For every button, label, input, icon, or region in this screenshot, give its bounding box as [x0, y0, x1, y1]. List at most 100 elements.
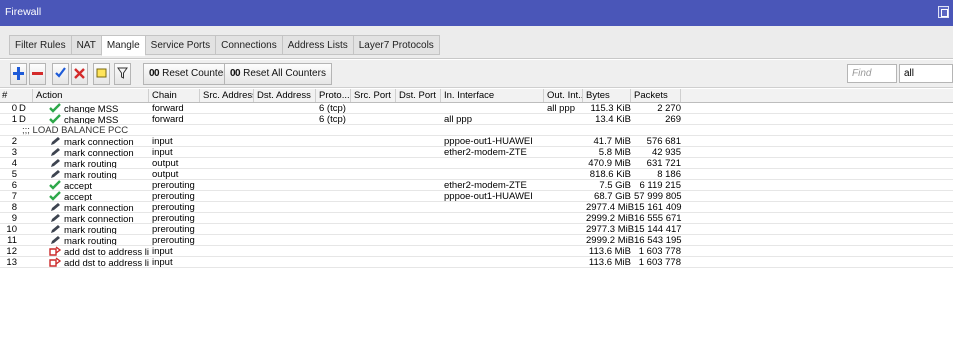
filter-button[interactable]: [114, 63, 131, 85]
table-row[interactable]: 0 Dchange MSS forward 6 (tcp) all ppp 115.3 K…: [0, 103, 953, 114]
column-header-dst[interactable]: Dst. Address: [254, 89, 316, 102]
cell-action: accept: [33, 180, 149, 190]
tab-nat[interactable]: NAT: [70, 35, 101, 55]
column-header-num[interactable]: #: [0, 89, 33, 102]
cell-dport: [396, 257, 441, 267]
rule-number-cell: 6: [0, 180, 33, 190]
cell-out: [544, 180, 583, 190]
column-header-bytes[interactable]: Bytes: [583, 89, 631, 102]
tab-address-lists[interactable]: Address Lists: [281, 35, 353, 55]
cell-sport: [351, 191, 396, 201]
column-header-action[interactable]: Action: [33, 89, 149, 102]
cell-sport: [351, 246, 396, 256]
cell-packets: 269: [665, 114, 681, 124]
cell-dst: [254, 213, 316, 223]
table-row[interactable]: 5 mark routing output 818.6 KiB 8 186: [0, 169, 953, 180]
rule-number: 11: [7, 235, 17, 245]
reset-counters-label: Reset Counters: [162, 68, 232, 79]
table-row[interactable]: 13 add dst to address list input 113.6 MiB 1…: [0, 257, 953, 268]
action-label: accept: [64, 192, 92, 201]
plus-icon: [13, 67, 24, 80]
column-header-chain[interactable]: Chain: [149, 89, 200, 102]
cell-bytes: 2999.2 MiB: [586, 213, 635, 223]
comment-button[interactable]: [93, 63, 110, 85]
reset-all-counters-button[interactable]: 00 Reset All Counters: [224, 63, 332, 85]
table-row[interactable]: 11 mark routing prerouting 2999.2 MiB 16 543…: [0, 235, 953, 246]
table-row[interactable]: 6 accept prerouting ether2-modem-ZTE 7.5 GiB…: [0, 180, 953, 191]
rule-number: 10: [6, 224, 17, 234]
table-row[interactable]: 7 accept prerouting pppoe-out1-HUAWEI 68.7 G…: [0, 191, 953, 202]
tab-connections[interactable]: Connections: [215, 35, 282, 55]
rule-number-cell: 3: [0, 147, 33, 157]
cell-in: pppoe-out1-HUAWEI: [444, 191, 533, 201]
cell-sport: [351, 235, 396, 245]
table-row[interactable]: 1 Dchange MSS forward 6 (tcp) all ppp 13.4 Ki…: [0, 114, 953, 125]
cell-chain: prerouting: [152, 191, 195, 201]
column-header-packets[interactable]: Packets: [631, 89, 681, 102]
tab-mangle[interactable]: Mangle: [100, 35, 145, 56]
cell-chain: input: [152, 147, 173, 157]
cell-out: [544, 213, 583, 223]
tab-filter-rules[interactable]: Filter Rules: [9, 35, 71, 55]
action-label: add dst to address list: [64, 247, 149, 256]
cell-in: [441, 213, 544, 223]
enable-button[interactable]: [52, 63, 69, 85]
column-header-out[interactable]: Out. Int...: [544, 89, 583, 102]
column-header-in[interactable]: In. Interface: [441, 89, 544, 102]
cell-packets: 1 603 778: [638, 246, 681, 256]
table-row[interactable]: 4 mark routing output 470.9 MiB 631 721: [0, 158, 953, 169]
cell-out: [544, 224, 583, 234]
rule-number: 1: [11, 114, 17, 124]
column-header-sport[interactable]: Src. Port: [351, 89, 396, 102]
cell-src: [200, 191, 254, 201]
reset-all-counters-label: Reset All Counters: [243, 68, 326, 79]
cell-action: mark connection: [33, 147, 149, 157]
cell-dport: [396, 180, 441, 190]
cell-sport: [351, 147, 396, 157]
rule-number: 8: [11, 202, 17, 212]
rule-number: 0: [11, 103, 17, 113]
tab-service-ports[interactable]: Service Ports: [144, 35, 216, 55]
comment-row[interactable]: ;;; LOAD BALANCE PCC: [0, 125, 953, 136]
cell-packets: 6 119 215: [639, 180, 681, 190]
table-row[interactable]: 10 mark routing prerouting 2977.3 MiB 15 144…: [0, 224, 953, 235]
table-row[interactable]: 12 add dst to address list input 113.6 MiB 1…: [0, 246, 953, 257]
cell-in: [441, 169, 544, 179]
table-row[interactable]: 9 mark connection prerouting 2999.2 MiB 16 5…: [0, 213, 953, 224]
disable-button[interactable]: [71, 63, 88, 85]
restore-window-icon[interactable]: [938, 6, 949, 18]
cell-src: [200, 180, 254, 190]
table-row[interactable]: 8 mark connection prerouting 2977.4 MiB 15 1…: [0, 202, 953, 213]
tab-layer7-protocols[interactable]: Layer7 Protocols: [352, 35, 440, 55]
cell-dst: [254, 169, 316, 179]
column-header-pad[interactable]: [681, 89, 953, 102]
filter-select[interactable]: all: [899, 64, 953, 83]
tabstrip: Filter Rules NAT Mangle Service Ports Connec…: [9, 35, 440, 56]
cell-src: [200, 246, 254, 256]
cell-out: [544, 202, 583, 212]
cell-in: [441, 235, 544, 245]
column-header-proto[interactable]: Proto...: [316, 89, 351, 102]
table-row[interactable]: 3 mark connection input ether2-modem-ZTE 5.8…: [0, 147, 953, 158]
cell-sport: [351, 103, 396, 113]
cell-packets: 42 935: [651, 147, 681, 157]
cell-proto: [316, 147, 351, 157]
rule-number-cell: 2: [0, 136, 33, 146]
cell-proto: [316, 224, 351, 234]
find-input[interactable]: Find: [847, 64, 897, 83]
x-icon: [74, 68, 85, 79]
add-button[interactable]: [10, 63, 27, 85]
cell-action: mark routing: [33, 224, 149, 234]
accept-checkmark-icon: [49, 180, 61, 190]
column-header-dport[interactable]: Dst. Port: [396, 89, 441, 102]
cell-chain: prerouting: [152, 202, 195, 212]
table-row[interactable]: 2 mark connection input pppoe-out1-HUAWEI 41…: [0, 136, 953, 147]
cell-dport: [396, 224, 441, 234]
cell-src: [200, 147, 254, 157]
cell-src: [200, 202, 254, 212]
remove-button[interactable]: [29, 63, 46, 85]
column-header-src[interactable]: Src. Address: [200, 89, 254, 102]
cell-out: [544, 191, 583, 201]
rule-number-cell: 9: [0, 213, 33, 223]
tab-bar: Filter Rules NAT Mangle Service Ports Connec…: [0, 26, 953, 59]
